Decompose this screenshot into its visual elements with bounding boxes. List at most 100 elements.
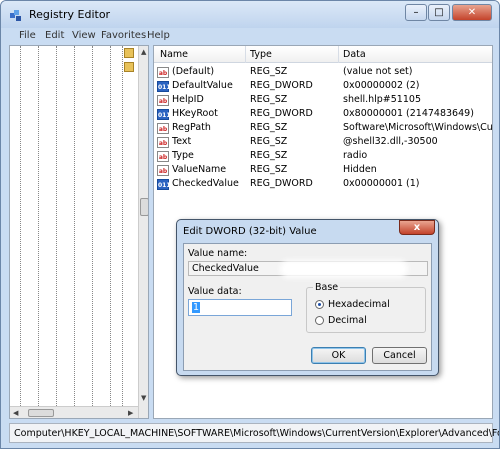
menu-help[interactable]: Help: [147, 30, 170, 41]
minimize-button[interactable]: –: [405, 4, 427, 21]
menu-view[interactable]: View: [72, 30, 96, 41]
value-name: (Default): [172, 66, 215, 77]
scroll-down-icon[interactable]: ▼: [141, 394, 146, 402]
value-data: (value not set): [343, 66, 413, 77]
list-item[interactable]: 011 CheckedValue REG_DWORD 0x00000001 (1…: [154, 178, 492, 192]
folder-icon[interactable]: [124, 48, 134, 58]
value-name: HelpID: [172, 94, 204, 105]
dword-value-icon: 011: [157, 109, 171, 120]
value-data: shell.hlp#51105: [343, 94, 421, 105]
value-type: REG_SZ: [250, 122, 288, 133]
value-name-field: CheckedValue: [188, 261, 428, 276]
close-icon: x: [413, 222, 421, 233]
string-value-icon: ab: [157, 123, 169, 134]
scroll-left-icon[interactable]: ◀: [13, 409, 18, 417]
maximize-button[interactable]: □: [428, 4, 450, 21]
list-item[interactable]: ab RegPath REG_SZ Software\Microsoft\Win…: [154, 122, 493, 136]
base-group: Base Hexadecimal Decimal: [306, 282, 426, 333]
value-name: ValueName: [172, 164, 227, 175]
tree-guide-line: [74, 46, 75, 406]
scroll-up-icon[interactable]: ▲: [141, 48, 146, 56]
list-item[interactable]: ab ValueName REG_SZ Hidden: [154, 164, 492, 178]
list-item[interactable]: 011 DefaultValue REG_DWORD 0x00000002 (2…: [154, 80, 492, 94]
column-divider[interactable]: [338, 46, 339, 63]
dialog-close-button[interactable]: x: [399, 220, 435, 235]
dialog-title: Edit DWORD (32-bit) Value: [183, 226, 317, 237]
menu-favorites[interactable]: Favorites: [101, 30, 146, 41]
value-name: Type: [172, 150, 194, 161]
tree-vertical-scrollbar[interactable]: ▲ ▼: [138, 46, 148, 418]
menu-edit[interactable]: Edit: [45, 30, 64, 41]
string-value-icon: ab: [157, 137, 169, 148]
registry-editor-window: Registry Editor – □ ✕ File Edit View Fav…: [0, 0, 500, 449]
value-name: CheckedValue: [172, 178, 239, 189]
decimal-radio[interactable]: [315, 316, 324, 325]
value-data: Software\Microsoft\Windows\Current: [343, 122, 493, 133]
string-value-icon: ab: [157, 95, 169, 106]
hexadecimal-label[interactable]: Hexadecimal: [328, 299, 390, 310]
cancel-button[interactable]: Cancel: [372, 347, 427, 364]
value-data-label: Value data:: [188, 286, 242, 297]
tree-guide-line: [110, 46, 111, 406]
status-path: Computer\HKEY_LOCAL_MACHINE\SOFTWARE\Mic…: [14, 428, 499, 439]
scrollbar-thumb[interactable]: [28, 409, 54, 417]
base-label: Base: [313, 282, 341, 293]
value-name-text: CheckedValue: [192, 263, 259, 274]
value-name-label: Value name:: [188, 248, 248, 259]
window-title: Registry Editor: [29, 8, 111, 21]
value-data: 0x00000002 (2): [343, 80, 420, 91]
decimal-label[interactable]: Decimal: [328, 315, 367, 326]
menu-file[interactable]: File: [19, 30, 36, 41]
list-item[interactable]: ab Text REG_SZ @shell32.dll,-30500: [154, 136, 492, 150]
tree-guide-line: [92, 46, 93, 406]
scrollbar-thumb[interactable]: [140, 198, 148, 216]
tree-guide-line: [56, 46, 57, 406]
column-divider[interactable]: [245, 46, 246, 63]
value-name: HKeyRoot: [172, 108, 218, 119]
value-type: REG_SZ: [250, 150, 288, 161]
column-header-name[interactable]: Name: [160, 49, 188, 60]
close-button[interactable]: ✕: [452, 4, 492, 21]
tree-guide-line: [38, 46, 39, 406]
value-type: REG_SZ: [250, 94, 288, 105]
list-item[interactable]: 011 HKeyRoot REG_DWORD 0x80000001 (21474…: [154, 108, 492, 122]
value-data: 0x80000001 (2147483649): [343, 108, 474, 119]
redaction-smudge: [284, 264, 404, 274]
value-data-input[interactable]: 1: [188, 299, 292, 316]
dword-value-icon: 011: [157, 81, 171, 92]
menu-bar: File Edit View Favorites Help: [1, 28, 499, 45]
title-bar[interactable]: Registry Editor – □ ✕: [1, 1, 499, 28]
column-header-type[interactable]: Type: [250, 49, 272, 60]
tree-guide-line: [20, 46, 21, 406]
dword-value-icon: 011: [157, 179, 171, 190]
key-tree-pane[interactable]: ▲ ▼ ◀ ▶: [9, 45, 149, 419]
list-header: Name Type Data: [154, 46, 492, 63]
value-type: REG_DWORD: [250, 108, 313, 119]
hexadecimal-radio[interactable]: [315, 300, 324, 309]
value-data: Hidden: [343, 164, 377, 175]
list-item[interactable]: ab HelpID REG_SZ shell.hlp#51105: [154, 94, 492, 108]
value-type: REG_SZ: [250, 164, 288, 175]
value-type: REG_SZ: [250, 136, 288, 147]
column-header-data[interactable]: Data: [343, 49, 366, 60]
value-type: REG_DWORD: [250, 80, 313, 91]
edit-dword-dialog[interactable]: Edit DWORD (32-bit) Value x Value name: …: [176, 219, 439, 376]
string-value-icon: ab: [157, 151, 169, 162]
value-data-text: 1: [192, 302, 201, 313]
value-data: radio: [343, 150, 368, 161]
value-name: Text: [172, 136, 192, 147]
list-item[interactable]: ab Type REG_SZ radio: [154, 150, 492, 164]
string-value-icon: ab: [157, 67, 169, 78]
folder-icon[interactable]: [124, 62, 134, 72]
tree-horizontal-scrollbar[interactable]: ◀ ▶: [10, 406, 138, 418]
string-value-icon: ab: [157, 165, 169, 176]
value-type: REG_DWORD: [250, 178, 313, 189]
minimize-icon: –: [413, 7, 419, 18]
dialog-body: Value name: CheckedValue Value data: 1 B…: [183, 243, 432, 371]
list-item[interactable]: ab (Default) REG_SZ (value not set): [154, 66, 492, 80]
value-name: DefaultValue: [172, 80, 233, 91]
ok-button[interactable]: OK: [311, 347, 366, 364]
tree-guide-line: [122, 46, 123, 406]
value-name: RegPath: [172, 122, 211, 133]
scroll-right-icon[interactable]: ▶: [128, 409, 133, 417]
